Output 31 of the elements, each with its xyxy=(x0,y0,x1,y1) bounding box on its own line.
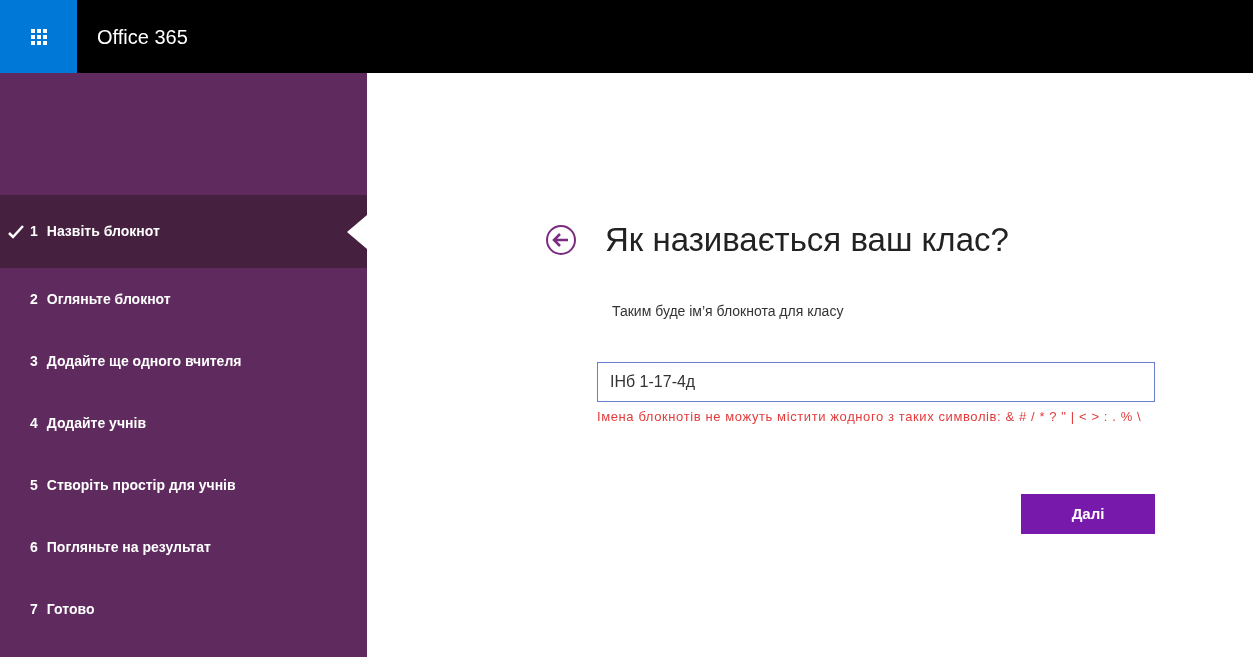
step-label: Назвіть блокнот xyxy=(46,222,160,241)
error-message: Імена блокнотів не можуть містити жодного з таких символів: & # / * ? " | < > : . % \ xyxy=(597,408,1143,426)
step-number: 4 xyxy=(30,413,38,433)
waffle-icon xyxy=(30,28,47,45)
selection-notch xyxy=(347,215,367,249)
step-label: Огляньте блокнот xyxy=(46,289,171,309)
app-launcher-button[interactable] xyxy=(0,0,77,73)
step-label: Додайте ще одного вчителя xyxy=(46,351,242,371)
step-item[interactable]: 6 Погляньте на результат xyxy=(0,516,367,578)
step-number: 1 xyxy=(30,222,38,241)
step-number: 2 xyxy=(30,289,38,309)
step-item[interactable]: 4 Додайте учнів xyxy=(0,392,367,454)
notebook-name-field[interactable]: ІНб 1-17-4д xyxy=(597,362,1155,402)
page-title: Як називається ваш клас? xyxy=(605,220,1009,260)
step-item[interactable]: 2 Огляньте блокнот xyxy=(0,268,367,330)
step-label: Додайте учнів xyxy=(46,413,146,433)
step-item[interactable]: 1 Назвіть блокнот xyxy=(0,195,367,268)
app-title: Office 365 xyxy=(97,24,188,50)
next-button[interactable]: Далі xyxy=(1021,494,1155,534)
page-subtitle: Таким буде ім’я блокнота для класу xyxy=(612,302,844,321)
step-label: Створіть простір для учнів xyxy=(46,475,236,495)
step-number: 7 xyxy=(30,599,38,619)
step-label: Готово xyxy=(46,599,95,619)
step-item[interactable]: 3 Додайте ще одного вчителя xyxy=(0,330,367,392)
step-number: 6 xyxy=(30,537,38,557)
step-label: Погляньте на результат xyxy=(46,537,211,557)
back-button[interactable] xyxy=(545,223,577,256)
step-number: 5 xyxy=(30,475,38,495)
step-item[interactable]: 5 Створіть простір для учнів xyxy=(0,454,367,516)
step-item[interactable]: 7 Готово xyxy=(0,578,367,640)
step-number: 3 xyxy=(30,351,38,371)
